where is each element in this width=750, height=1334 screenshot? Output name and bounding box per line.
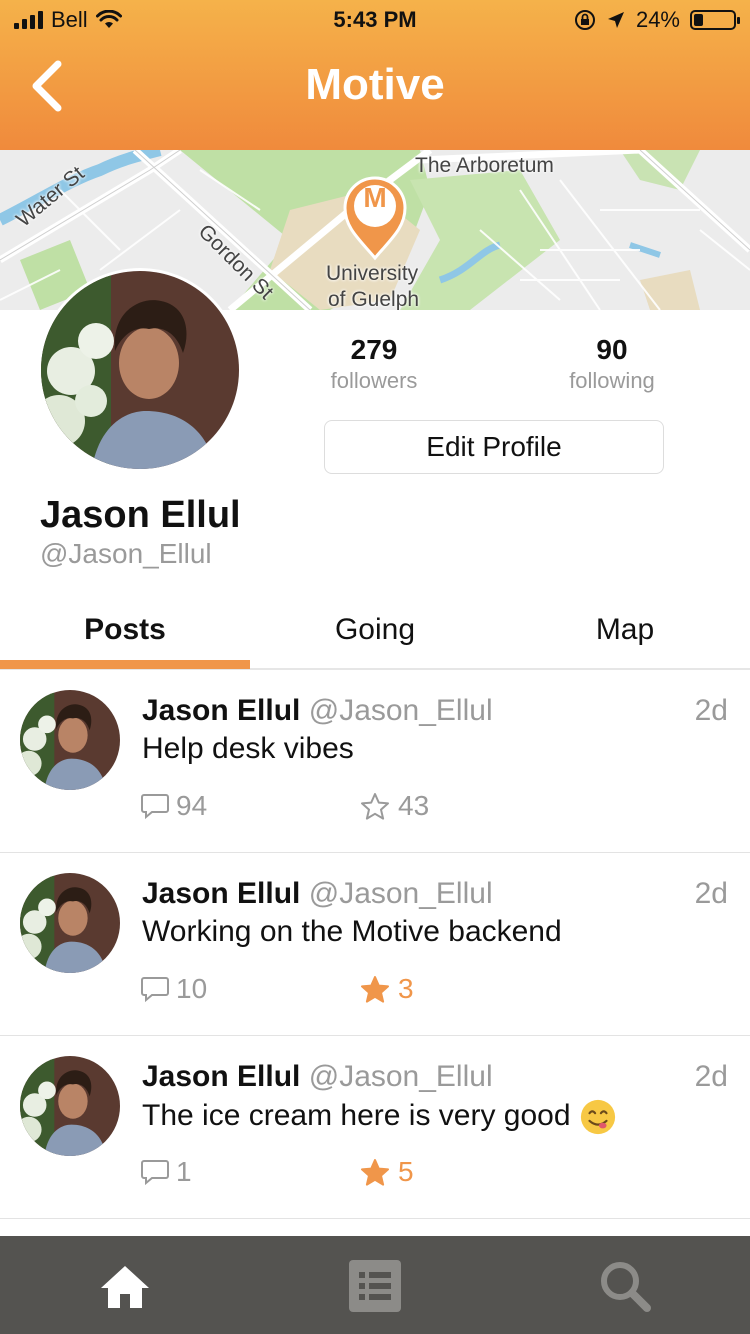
battery-percent: 24%: [635, 7, 680, 32]
active-tab-indicator: [0, 660, 250, 669]
star-button[interactable]: 43: [360, 790, 429, 822]
following-stat[interactable]: 90 following: [512, 334, 712, 394]
home-icon[interactable]: [97, 1258, 153, 1314]
comment-count: 94: [176, 790, 208, 821]
post-text: Help desk vibes: [142, 732, 354, 766]
post-age: 2d: [694, 694, 728, 727]
post-text-content: Help desk vibes: [142, 732, 354, 765]
tab-posts[interactable]: Posts: [0, 600, 250, 668]
post-author-handle: @Jason_Ellul: [308, 877, 493, 910]
comment-count: 1: [176, 1156, 192, 1187]
map-pin-letter: M: [363, 182, 387, 213]
post-author-name: Jason Ellul: [142, 1060, 301, 1093]
post-text: Working on the Motive backend: [142, 915, 562, 949]
post-author-handle: @Jason_Ellul: [308, 1060, 493, 1093]
star-count: 3: [398, 973, 414, 1004]
post-item[interactable]: Jason Ellul @Jason_Ellul 2d The ice cream …: [0, 1036, 750, 1219]
post-text: The ice cream here is very good: [142, 1098, 617, 1136]
comment-icon: [141, 1160, 169, 1186]
comment-icon: [141, 977, 169, 1003]
list-icon[interactable]: [347, 1258, 403, 1314]
post-item[interactable]: Jason Ellul @Jason_Ellul 2d Help desk vibe…: [0, 670, 750, 853]
battery-icon: [690, 10, 740, 30]
comment-button[interactable]: 94: [140, 790, 207, 822]
app-header: Bell 5:43 PM 24% Motive: [0, 0, 750, 150]
post-avatar[interactable]: [20, 690, 120, 790]
star-count: 5: [398, 1156, 414, 1187]
bottom-tab-bar: [0, 1236, 750, 1334]
edit-profile-button[interactable]: Edit Profile: [324, 420, 664, 474]
post-author-handle: @Jason_Ellul: [308, 694, 493, 727]
search-icon[interactable]: [597, 1258, 653, 1314]
star-count: 43: [398, 790, 430, 821]
status-bar: Bell 5:43 PM 24%: [0, 0, 750, 40]
star-icon: [361, 1159, 389, 1186]
profile-handle: @Jason_Ellul: [40, 538, 212, 569]
post-avatar[interactable]: [20, 873, 120, 973]
orientation-lock-icon: [574, 10, 595, 30]
post-text-content: Working on the Motive backend: [142, 915, 562, 948]
post-age: 2d: [694, 1060, 728, 1093]
comment-icon: [141, 794, 169, 820]
followers-stat[interactable]: 279 followers: [274, 334, 474, 394]
comment-count: 10: [176, 973, 208, 1004]
post-text-content: The ice cream here is very good: [142, 1098, 571, 1132]
profile-avatar[interactable]: [38, 268, 242, 472]
star-icon: [361, 793, 389, 820]
post-author: Jason Ellul @Jason_Ellul: [142, 877, 493, 911]
post-avatar[interactable]: [20, 1056, 120, 1156]
page-title: Motive: [305, 60, 445, 109]
star-button[interactable]: 3: [360, 973, 414, 1005]
yum-face-emoji: [580, 1099, 615, 1135]
followers-label: followers: [330, 368, 418, 393]
map-label-arboretum: The Arboretum: [415, 154, 554, 177]
location-arrow-icon: [607, 12, 624, 28]
map-label-university-line1: University: [326, 262, 419, 285]
map-label-university-line2: of Guelph: [328, 288, 420, 310]
post-author: Jason Ellul @Jason_Ellul: [142, 694, 493, 728]
post-author-name: Jason Ellul: [142, 694, 301, 727]
comment-button[interactable]: 1: [140, 1156, 192, 1188]
post-age: 2d: [694, 877, 728, 910]
followers-count: 279: [350, 334, 398, 365]
following-count: 90: [596, 334, 628, 365]
star-button[interactable]: 5: [360, 1156, 414, 1188]
tab-going[interactable]: Going: [250, 600, 500, 668]
comment-button[interactable]: 10: [140, 973, 207, 1005]
following-label: following: [569, 368, 655, 393]
post-item[interactable]: Jason Ellul @Jason_Ellul 2d Working on the…: [0, 853, 750, 1036]
star-icon: [361, 976, 389, 1003]
tab-map[interactable]: Map: [500, 600, 750, 668]
post-author: Jason Ellul @Jason_Ellul: [142, 1060, 493, 1094]
post-author-name: Jason Ellul: [142, 877, 301, 910]
profile-name: Jason Ellul: [40, 494, 241, 536]
